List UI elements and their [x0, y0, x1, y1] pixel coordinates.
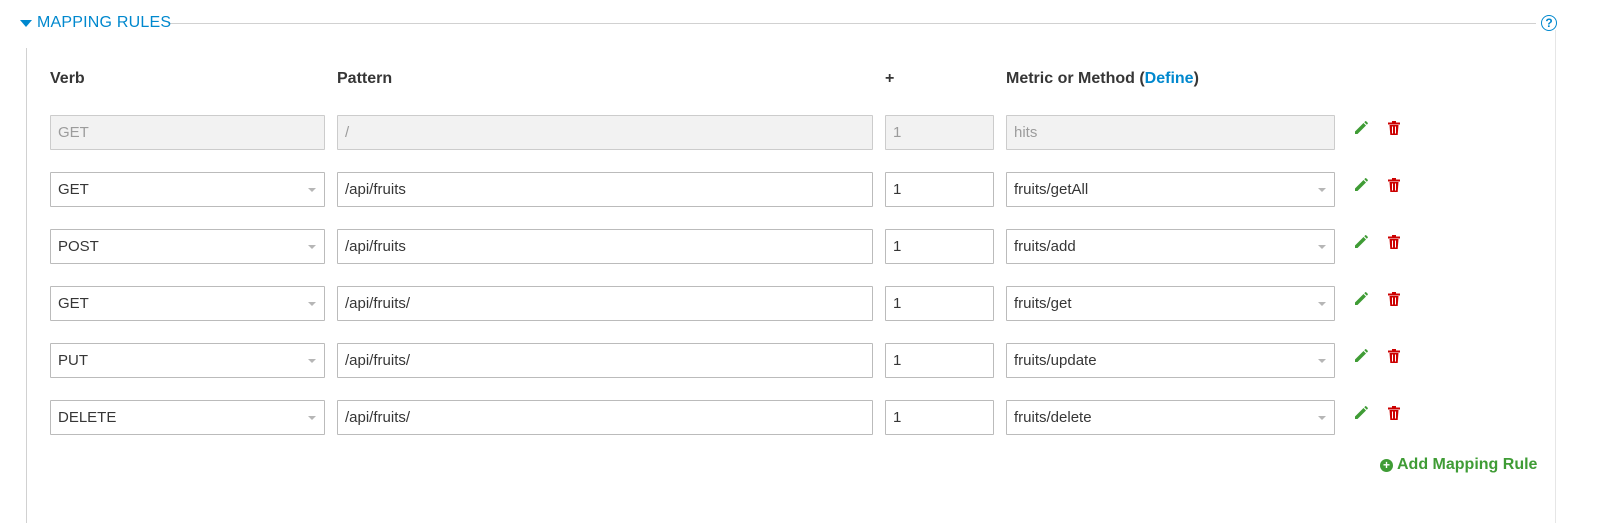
pencil-icon[interactable]: [1353, 120, 1369, 136]
trash-icon[interactable]: [1386, 348, 1402, 364]
chevron-down-icon: [1318, 416, 1326, 420]
chevron-down-icon: [308, 416, 316, 420]
question-circle-icon[interactable]: ?: [1541, 15, 1557, 31]
trash-icon[interactable]: [1386, 120, 1402, 136]
pencil-icon[interactable]: [1353, 291, 1369, 307]
metric-header-close: ): [1193, 70, 1199, 87]
metric-value: fruits/update: [1014, 352, 1097, 369]
chevron-down-icon: [308, 359, 316, 363]
verb-select[interactable]: PUT: [50, 343, 325, 378]
metric-value: fruits/get: [1014, 295, 1072, 312]
pattern-input-disabled: /: [337, 115, 873, 150]
delta-input[interactable]: 1: [885, 343, 994, 378]
trash-icon[interactable]: [1386, 177, 1402, 193]
metric-select[interactable]: fruits/getAll: [1006, 172, 1335, 207]
metric-header-text: Metric or Method (: [1006, 70, 1145, 87]
metric-select-disabled: hits: [1006, 115, 1335, 150]
pencil-icon[interactable]: [1353, 405, 1369, 421]
metric-select[interactable]: fruits/add: [1006, 229, 1335, 264]
pencil-icon[interactable]: [1353, 348, 1369, 364]
metric-select[interactable]: fruits/delete: [1006, 400, 1335, 435]
trash-icon[interactable]: [1386, 405, 1402, 421]
pattern-column-header: Pattern: [337, 70, 393, 87]
plus-circle-icon: +: [1380, 458, 1393, 472]
pencil-icon[interactable]: [1353, 177, 1369, 193]
chevron-down-icon: [1318, 188, 1326, 192]
metric-value: fruits/getAll: [1014, 181, 1089, 198]
delta-input[interactable]: 1: [885, 172, 994, 207]
define-link[interactable]: Define: [1145, 70, 1194, 87]
default-rule-row: GET / 1 hits: [0, 115, 1618, 151]
mapping-rules-header: MAPPING RULES ?: [0, 0, 1618, 48]
verb-select[interactable]: POST: [50, 229, 325, 264]
mapping-rules-toggle[interactable]: MAPPING RULES: [20, 13, 171, 33]
mapping-rule-row: POST /api/fruits 1 fruits/add: [0, 229, 1618, 265]
verb-select[interactable]: GET: [50, 172, 325, 207]
metric-value: fruits/add: [1014, 238, 1076, 255]
chevron-down-icon: [308, 302, 316, 306]
caret-down-icon: [20, 20, 32, 27]
mapping-rule-row: DELETE /api/fruits/ 1 fruits/delete: [0, 400, 1618, 436]
verb-value: DELETE: [58, 409, 117, 426]
delta-column-header: +: [885, 70, 895, 87]
mapping-rule-row: PUT /api/fruits/ 1 fruits/update: [0, 343, 1618, 379]
verb-select-disabled: GET: [50, 115, 325, 150]
metric-column-header: Metric or Method (Define): [1006, 70, 1199, 88]
verb-column-header: Verb: [50, 70, 85, 87]
trash-icon[interactable]: [1386, 234, 1402, 250]
chevron-down-icon: [1318, 302, 1326, 306]
verb-value: GET: [58, 295, 89, 312]
verb-value: PUT: [58, 352, 88, 369]
verb-select[interactable]: GET: [50, 286, 325, 321]
section-title: MAPPING RULES: [37, 14, 172, 31]
add-mapping-rule-button[interactable]: + Add Mapping Rule: [1380, 455, 1537, 475]
chevron-down-icon: [308, 245, 316, 249]
pattern-input[interactable]: /api/fruits/: [337, 400, 873, 435]
trash-icon[interactable]: [1386, 291, 1402, 307]
verb-select[interactable]: DELETE: [50, 400, 325, 435]
chevron-down-icon: [1318, 245, 1326, 249]
mapping-rule-row: GET /api/fruits/ 1 fruits/get: [0, 286, 1618, 322]
metric-select[interactable]: fruits/get: [1006, 286, 1335, 321]
pattern-input[interactable]: /api/fruits: [337, 172, 873, 207]
pattern-input[interactable]: /api/fruits/: [337, 286, 873, 321]
delta-input[interactable]: 1: [885, 229, 994, 264]
verb-value: GET: [58, 181, 89, 198]
pattern-input[interactable]: /api/fruits: [337, 229, 873, 264]
verb-value: POST: [58, 238, 99, 255]
delta-input[interactable]: 1: [885, 400, 994, 435]
delta-input-disabled: 1: [885, 115, 994, 150]
delta-input[interactable]: 1: [885, 286, 994, 321]
chevron-down-icon: [1318, 359, 1326, 363]
add-mapping-rule-label: Add Mapping Rule: [1397, 456, 1538, 473]
metric-select[interactable]: fruits/update: [1006, 343, 1335, 378]
mapping-rule-row: GET /api/fruits 1 fruits/getAll: [0, 172, 1618, 208]
metric-value: fruits/delete: [1014, 409, 1092, 426]
pattern-input[interactable]: /api/fruits/: [337, 343, 873, 378]
chevron-down-icon: [308, 188, 316, 192]
fieldset-right-border: [1555, 30, 1556, 523]
pencil-icon[interactable]: [1353, 234, 1369, 250]
fieldset-top-border: [168, 23, 1536, 24]
